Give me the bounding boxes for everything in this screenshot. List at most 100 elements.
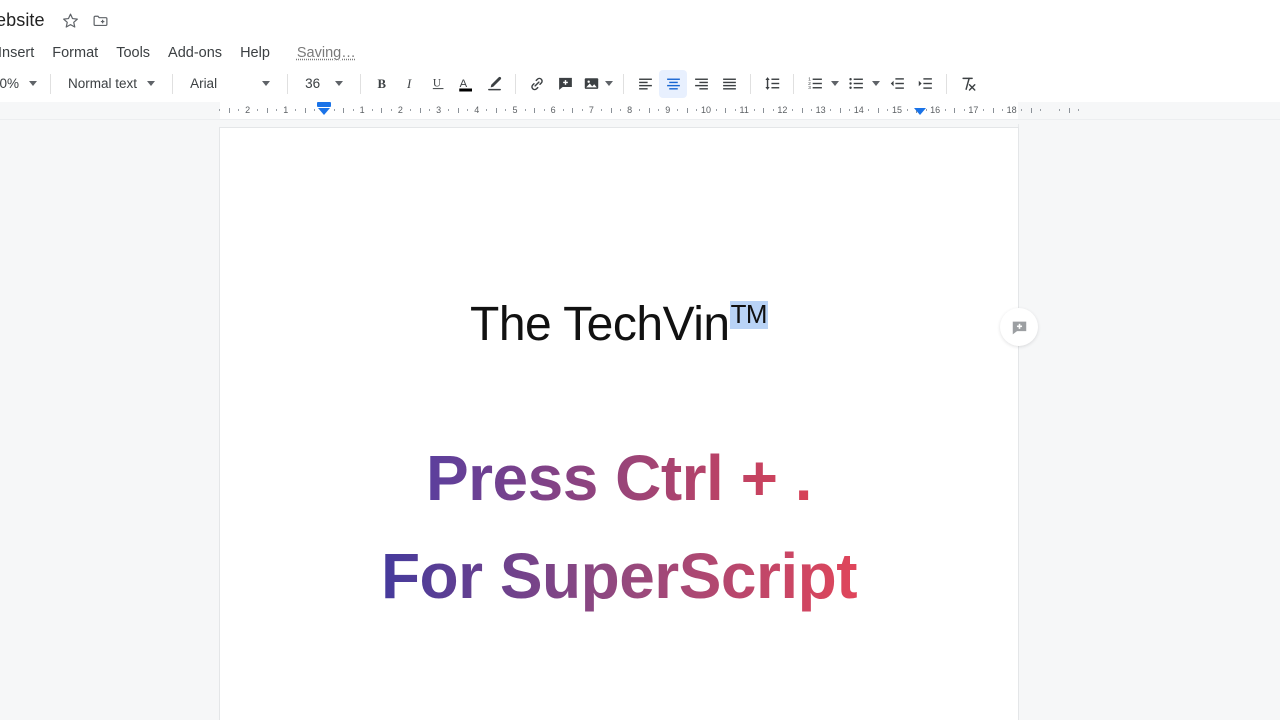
doc-line-instruction-1[interactable]: Press Ctrl + . bbox=[296, 429, 942, 527]
svg-text:3: 3 bbox=[808, 85, 811, 91]
ruler-tick bbox=[1040, 109, 1042, 111]
gradient-text-line-2: For SuperScript bbox=[381, 527, 858, 625]
svg-text:A: A bbox=[460, 78, 468, 90]
add-comment-fab[interactable] bbox=[1000, 308, 1038, 346]
menu-addons[interactable]: Add-ons bbox=[159, 42, 231, 64]
ruler-tick bbox=[620, 109, 622, 111]
ruler-tick bbox=[849, 109, 851, 111]
svg-text:B: B bbox=[377, 77, 386, 91]
google-docs-window: ebsite Insert Format Tools Add-ons Help … bbox=[0, 0, 1280, 720]
title-base-text: The TechVin bbox=[470, 298, 730, 351]
ruler-tick bbox=[1068, 108, 1070, 113]
ruler-tick bbox=[343, 108, 345, 113]
numbered-list-button[interactable]: 1 2 3 bbox=[801, 70, 829, 98]
font-family-value: Arial bbox=[190, 75, 218, 91]
ruler-tick-number: 1 bbox=[359, 105, 365, 115]
ruler-tick bbox=[534, 108, 536, 113]
menu-tools[interactable]: Tools bbox=[107, 42, 159, 64]
ruler-tick bbox=[1030, 108, 1032, 113]
svg-text:I: I bbox=[406, 77, 412, 91]
star-icon[interactable] bbox=[59, 8, 83, 32]
document-page[interactable]: The TechVinTM Press Ctrl + . For SuperSc… bbox=[220, 128, 1018, 720]
svg-text:U: U bbox=[432, 77, 440, 89]
left-indent-marker[interactable] bbox=[318, 108, 330, 115]
ruler-tick-marks: 2 1 1 2 3 4 5 6 7 8 9 10 11 12 13 14 15 16 17 18 bbox=[0, 102, 1280, 119]
document-title[interactable]: ebsite bbox=[0, 9, 45, 31]
ruler-tick bbox=[390, 109, 392, 111]
menu-help[interactable]: Help bbox=[231, 42, 279, 64]
ruler-tick bbox=[314, 109, 316, 111]
ruler-tick-number: 2 bbox=[245, 105, 251, 115]
toolbar-divider bbox=[287, 73, 289, 94]
add-comment-button[interactable] bbox=[551, 70, 579, 98]
menu-insert[interactable]: Insert bbox=[0, 42, 43, 64]
highlight-color-button[interactable] bbox=[480, 70, 508, 98]
text-color-button[interactable]: A bbox=[452, 70, 480, 98]
ruler-tick bbox=[839, 108, 841, 113]
ruler-tick bbox=[954, 108, 956, 113]
ruler-tick bbox=[524, 109, 526, 111]
ruler-tick bbox=[1021, 109, 1023, 111]
bold-button[interactable]: B bbox=[368, 70, 396, 98]
document-body[interactable]: The TechVinTM Press Ctrl + . For SuperSc… bbox=[220, 128, 1018, 625]
ruler-tick-number: 18 bbox=[1006, 105, 1017, 115]
ruler-tick bbox=[715, 109, 717, 111]
toolbar-divider bbox=[793, 73, 795, 94]
zoom-control[interactable]: 00% bbox=[0, 75, 43, 93]
ruler-tick bbox=[304, 108, 306, 113]
right-indent-marker[interactable] bbox=[914, 108, 926, 115]
ruler-tick-number: 17 bbox=[968, 105, 979, 115]
first-line-indent-handle[interactable] bbox=[317, 102, 331, 107]
font-family-dropdown[interactable]: Arial bbox=[180, 71, 280, 97]
decrease-indent-button[interactable] bbox=[883, 70, 911, 98]
ruler-tick bbox=[1078, 109, 1080, 111]
horizontal-ruler[interactable]: 2 1 1 2 3 4 5 6 7 8 9 10 11 12 13 14 15 16 17 18 bbox=[0, 102, 1280, 120]
ruler-tick bbox=[543, 109, 545, 111]
ruler-tick-number: 15 bbox=[891, 105, 903, 115]
toolbar-divider bbox=[623, 73, 625, 94]
title-icon-group bbox=[59, 8, 113, 32]
italic-button[interactable]: I bbox=[396, 70, 424, 98]
increase-indent-button[interactable] bbox=[911, 70, 939, 98]
ruler-tick bbox=[725, 108, 727, 113]
doc-line-title[interactable]: The TechVinTM bbox=[296, 296, 942, 354]
menu-format[interactable]: Format bbox=[43, 42, 107, 64]
align-center-button[interactable] bbox=[659, 69, 688, 98]
page-right-edge-guide bbox=[1018, 124, 1019, 720]
move-to-folder-icon[interactable] bbox=[89, 8, 113, 32]
toolbar-divider bbox=[172, 73, 174, 94]
ruler-tick bbox=[963, 109, 965, 111]
align-left-button[interactable] bbox=[631, 70, 659, 98]
ruler-tick bbox=[429, 109, 431, 111]
ruler-tick bbox=[1002, 109, 1004, 111]
align-right-button[interactable] bbox=[687, 70, 715, 98]
underline-button[interactable]: U bbox=[424, 70, 452, 98]
ruler-tick-number: 8 bbox=[627, 105, 633, 115]
chevron-down-icon bbox=[262, 81, 271, 86]
ruler-tick bbox=[419, 108, 421, 113]
clear-formatting-button[interactable] bbox=[954, 70, 982, 98]
chevron-down-icon[interactable] bbox=[872, 81, 881, 86]
ruler-tick-number: 12 bbox=[777, 105, 788, 115]
document-canvas[interactable]: The TechVinTM Press Ctrl + . For SuperSc… bbox=[0, 124, 1280, 720]
ruler-tick-number: 13 bbox=[815, 105, 826, 115]
chevron-down-icon[interactable] bbox=[831, 81, 840, 86]
ruler-tick bbox=[276, 109, 278, 111]
ruler-tick bbox=[333, 109, 335, 111]
ruler-tick bbox=[228, 108, 230, 113]
ruler-tick bbox=[830, 109, 832, 111]
chevron-down-icon[interactable] bbox=[605, 81, 614, 86]
doc-line-instruction-2[interactable]: For SuperScript bbox=[296, 527, 942, 625]
bulleted-list-button[interactable] bbox=[842, 70, 870, 98]
insert-link-button[interactable] bbox=[523, 70, 551, 98]
insert-image-button[interactable] bbox=[579, 70, 603, 98]
ruler-tick-number: 1 bbox=[283, 105, 289, 115]
ruler-tick bbox=[505, 109, 507, 111]
line-spacing-button[interactable] bbox=[758, 70, 786, 98]
ruler-tick bbox=[763, 108, 765, 113]
ruler-tick-number: 16 bbox=[930, 105, 941, 115]
font-size-dropdown[interactable]: 36 bbox=[295, 71, 353, 97]
ruler-tick bbox=[734, 109, 736, 111]
paragraph-style-dropdown[interactable]: Normal text bbox=[58, 71, 165, 97]
align-justify-button[interactable] bbox=[715, 70, 743, 98]
